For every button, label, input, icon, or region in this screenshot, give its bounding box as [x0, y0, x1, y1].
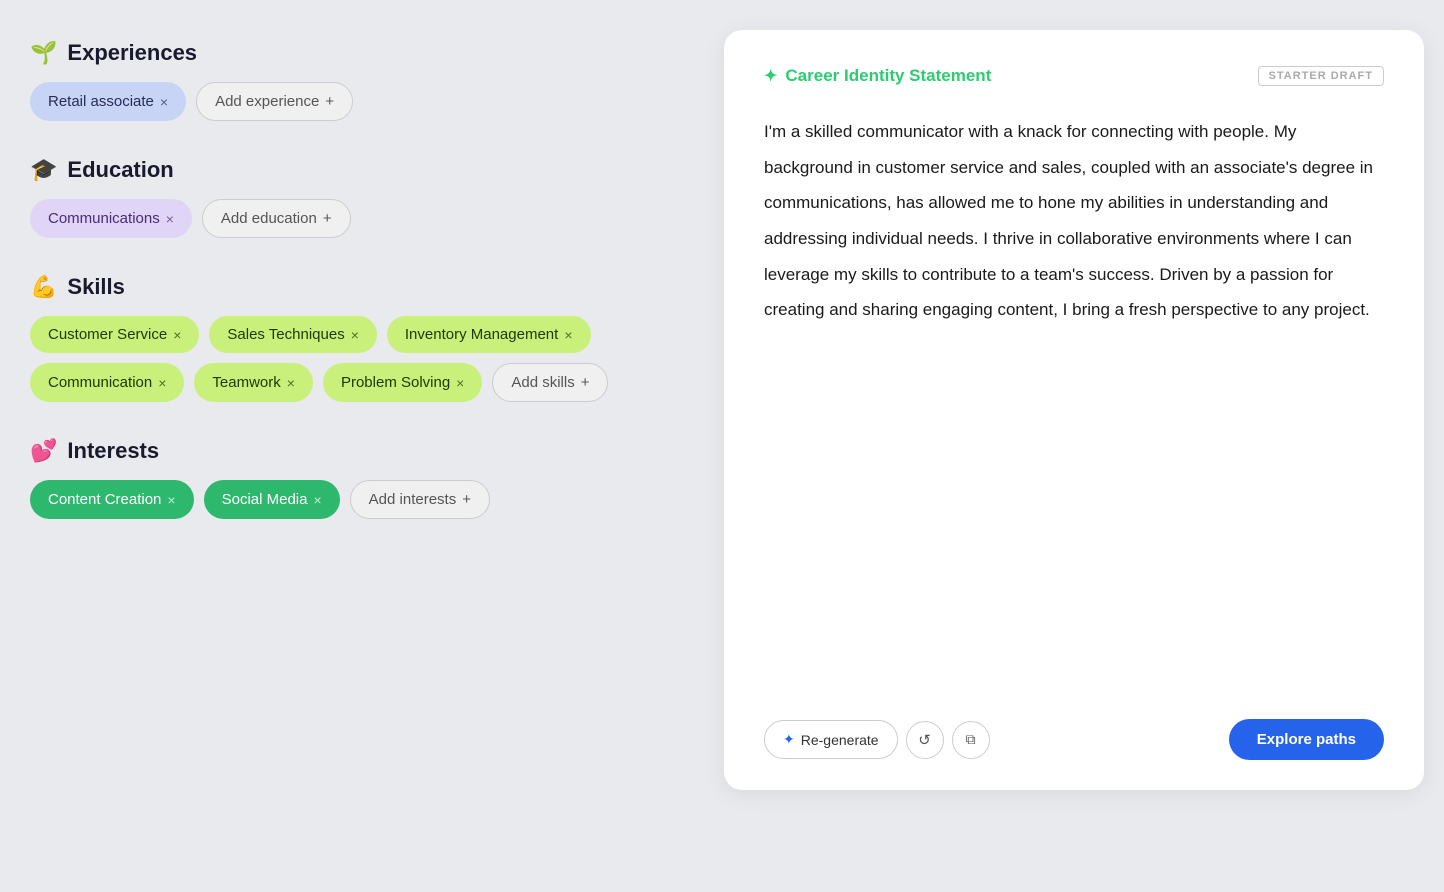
experiences-tags: Retail associate × Add experience + [30, 82, 690, 121]
experiences-emoji: 🌱 [30, 40, 57, 66]
card-footer: ✦ Re-generate ↺ ⧉ Explore paths [764, 703, 1384, 760]
copy-button[interactable]: ⧉ [952, 721, 990, 759]
education-section: 🎓 Education Communications × Add educati… [30, 157, 690, 238]
footer-actions: ✦ Re-generate ↺ ⧉ [764, 720, 990, 759]
starter-draft-badge: STARTER DRAFT [1258, 66, 1384, 86]
remove-problem-solving-icon[interactable]: × [456, 375, 464, 391]
skills-title: 💪 Skills [30, 274, 690, 300]
interests-emoji: 💕 [30, 438, 57, 464]
remove-sales-techniques-icon[interactable]: × [351, 327, 359, 343]
tag-social-media[interactable]: Social Media × [204, 480, 340, 519]
add-skills-tag[interactable]: Add skills + [492, 363, 608, 402]
skills-section: 💪 Skills Customer Service × Sales Techni… [30, 274, 690, 402]
remove-content-creation-icon[interactable]: × [167, 492, 175, 508]
skills-emoji: 💪 [30, 274, 57, 300]
career-statement-body: I'm a skilled communicator with a knack … [764, 114, 1384, 675]
add-education-icon: + [323, 210, 332, 227]
interests-section: 💕 Interests Content Creation × Social Me… [30, 438, 690, 519]
skills-tags: Customer Service × Sales Techniques × In… [30, 316, 690, 402]
interests-tags: Content Creation × Social Media × Add in… [30, 480, 690, 519]
tag-problem-solving[interactable]: Problem Solving × [323, 363, 482, 402]
history-button[interactable]: ↺ [906, 721, 944, 759]
regenerate-star-icon: ✦ [783, 731, 795, 748]
history-icon: ↺ [918, 731, 931, 749]
career-identity-card: ✦ Career Identity Statement STARTER DRAF… [724, 30, 1424, 790]
remove-communications-icon[interactable]: × [166, 211, 174, 227]
regenerate-button[interactable]: ✦ Re-generate [764, 720, 898, 759]
education-tags: Communications × Add education + [30, 199, 690, 238]
tag-communications[interactable]: Communications × [30, 199, 192, 238]
card-header: ✦ Career Identity Statement STARTER DRAF… [764, 66, 1384, 86]
add-interests-tag[interactable]: Add interests + [350, 480, 490, 519]
sparkle-icon: ✦ [764, 66, 777, 86]
add-skills-icon: + [581, 374, 590, 391]
tag-inventory-management[interactable]: Inventory Management × [387, 316, 591, 353]
experiences-title: 🌱 Experiences [30, 40, 690, 66]
left-panel: 🌱 Experiences Retail associate × Add exp… [20, 20, 700, 575]
education-title: 🎓 Education [30, 157, 690, 183]
remove-social-media-icon[interactable]: × [313, 492, 321, 508]
copy-icon: ⧉ [966, 731, 976, 748]
add-experience-icon: + [325, 93, 334, 110]
remove-inventory-management-icon[interactable]: × [564, 327, 572, 343]
remove-teamwork-icon[interactable]: × [287, 375, 295, 391]
tag-retail-associate[interactable]: Retail associate × [30, 82, 186, 121]
education-emoji: 🎓 [30, 157, 57, 183]
tag-content-creation[interactable]: Content Creation × [30, 480, 194, 519]
add-experience-tag[interactable]: Add experience + [196, 82, 353, 121]
experiences-section: 🌱 Experiences Retail associate × Add exp… [30, 40, 690, 121]
tag-teamwork[interactable]: Teamwork × [194, 363, 313, 402]
remove-retail-associate-icon[interactable]: × [160, 94, 168, 110]
tag-sales-techniques[interactable]: Sales Techniques × [209, 316, 377, 353]
remove-customer-service-icon[interactable]: × [173, 327, 181, 343]
card-title: ✦ Career Identity Statement [764, 66, 991, 86]
remove-communication-icon[interactable]: × [158, 375, 166, 391]
explore-paths-button[interactable]: Explore paths [1229, 719, 1384, 760]
tag-customer-service[interactable]: Customer Service × [30, 316, 199, 353]
tag-communication[interactable]: Communication × [30, 363, 184, 402]
interests-title: 💕 Interests [30, 438, 690, 464]
add-education-tag[interactable]: Add education + [202, 199, 351, 238]
add-interests-icon: + [462, 491, 471, 508]
